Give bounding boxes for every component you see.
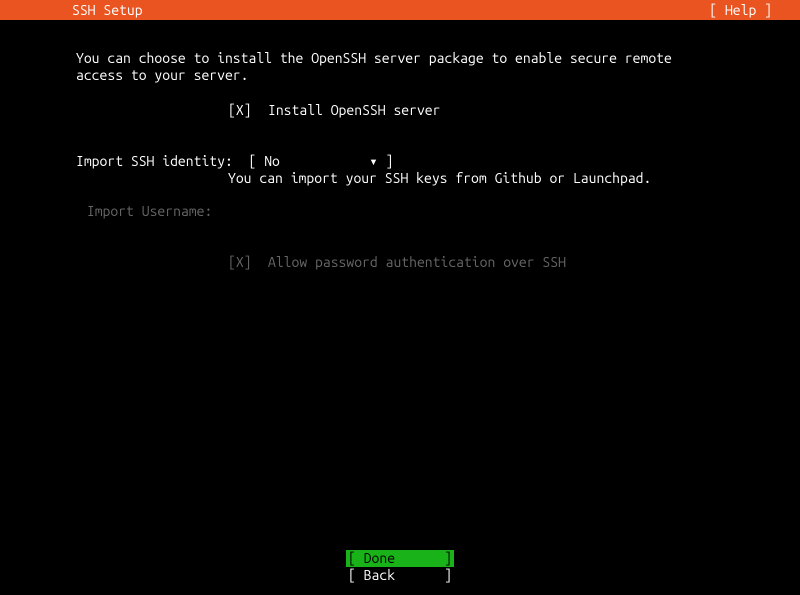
done-button[interactable]: [ Done ] <box>346 550 454 567</box>
import-username-row: Import Username: <box>76 203 724 220</box>
install-openssh-row: [X] Install OpenSSH server <box>76 102 724 119</box>
import-identity-row: Import SSH identity: [ No▾ ] <box>76 153 724 170</box>
import-identity-dropdown[interactable]: [ No▾ ] <box>249 153 394 170</box>
page-title: SSH Setup <box>72 2 143 18</box>
help-button[interactable]: [ Help ] <box>709 2 772 18</box>
footer: [ Done ] [ Back ] <box>0 550 800 584</box>
allow-password-checkbox[interactable]: [X] <box>228 254 268 271</box>
import-username-label: Import Username: <box>76 203 228 220</box>
content-area: You can choose to install the OpenSSH se… <box>0 20 800 271</box>
import-identity-hint-row: You can import your SSH keys from Github… <box>76 170 724 187</box>
import-identity-hint: You can import your SSH keys from Github… <box>228 170 724 187</box>
import-identity-label: Import SSH identity: <box>76 153 249 170</box>
allow-password-label: Allow password authentication over SSH <box>268 254 724 271</box>
back-button[interactable]: [ Back ] <box>346 567 454 584</box>
allow-password-row: [X] Allow password authentication over S… <box>76 254 724 271</box>
intro-text: You can choose to install the OpenSSH se… <box>76 50 724 84</box>
install-openssh-checkbox[interactable]: [X] <box>228 102 268 119</box>
header-bar: SSH Setup [ Help ] <box>0 0 800 20</box>
install-openssh-label: Install OpenSSH server <box>268 102 724 119</box>
